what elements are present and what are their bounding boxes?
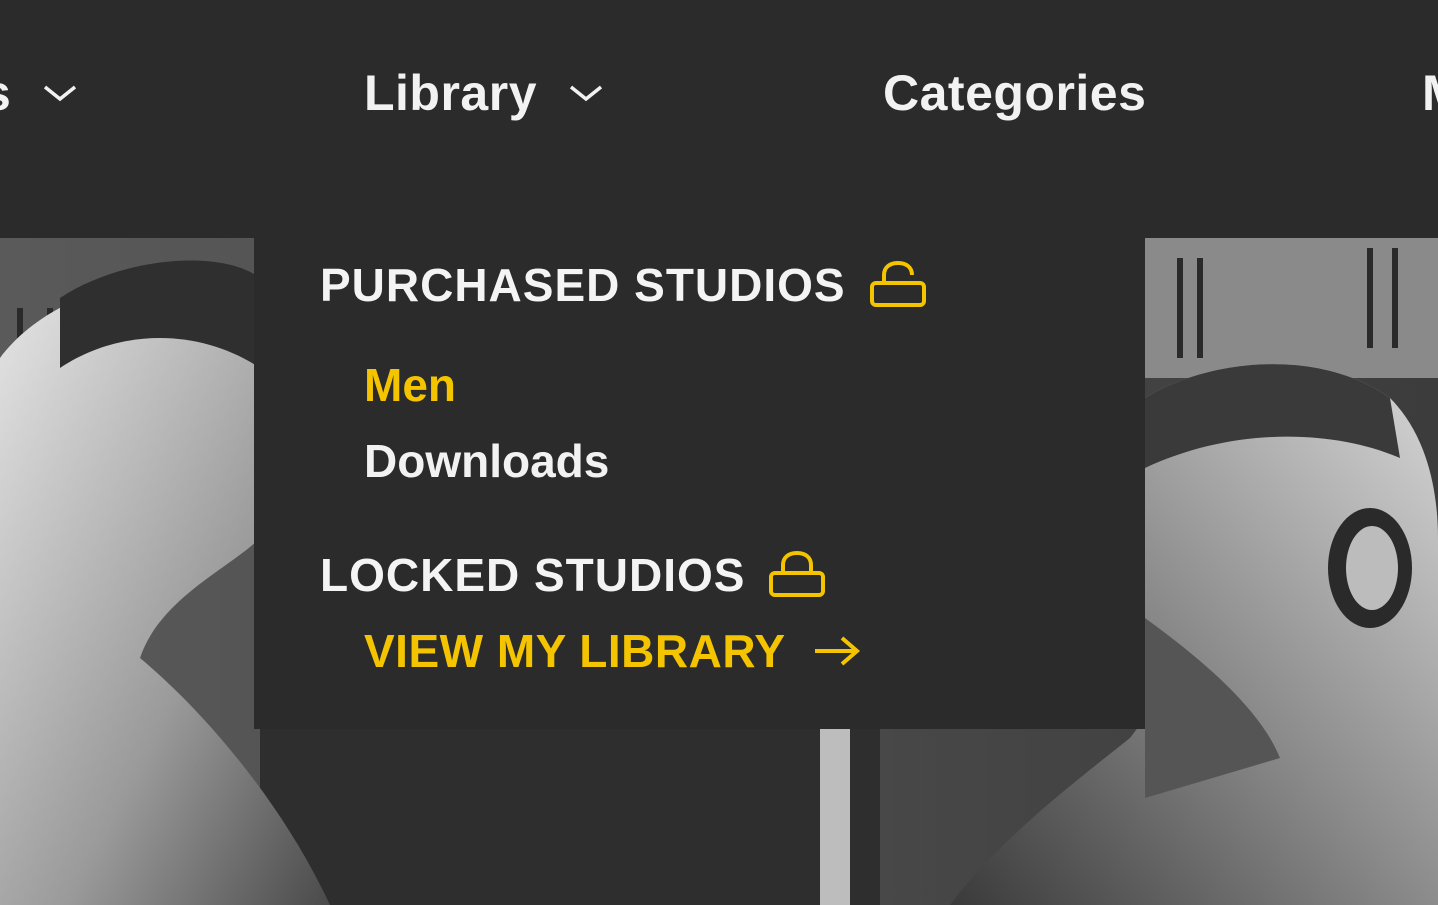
unlock-icon [869,261,926,307]
view-my-library-link[interactable]: VIEW MY LIBRARY [364,624,862,678]
dropdown-link-downloads[interactable]: Downloads [364,434,609,488]
purchased-studios-label: PURCHASED STUDIOS [320,259,846,311]
purchased-studios-heading: PURCHASED STUDIOS [320,258,928,312]
nav-item-label: os [0,64,11,122]
dropdown-link-men[interactable]: Men [364,358,456,412]
nav-item-library[interactable]: Library [364,62,605,124]
nav-item-cutoff[interactable]: M [1422,62,1438,124]
top-navigation: os Library Categories M [0,0,1438,238]
nav-item-label: Library [364,65,538,121]
locked-studios-heading: LOCKED STUDIOS [320,548,827,602]
nav-item-categories[interactable]: Categories [883,62,1146,124]
nav-item-studios[interactable]: os [0,62,79,124]
locked-studios-label: LOCKED STUDIOS [320,549,746,601]
lock-icon [769,551,826,597]
nav-item-label: M [1422,64,1438,122]
library-dropdown-menu: PURCHASED STUDIOS Men Downloads LOCKED S… [254,214,1145,729]
arrow-right-icon [814,636,860,666]
nav-item-label: Categories [883,65,1147,121]
page: os Library Categories M PURCHASED STUDIO… [0,0,1438,905]
chevron-down-icon [44,85,77,102]
view-my-library-label: VIEW MY LIBRARY [364,625,786,677]
chevron-down-icon [569,85,603,102]
